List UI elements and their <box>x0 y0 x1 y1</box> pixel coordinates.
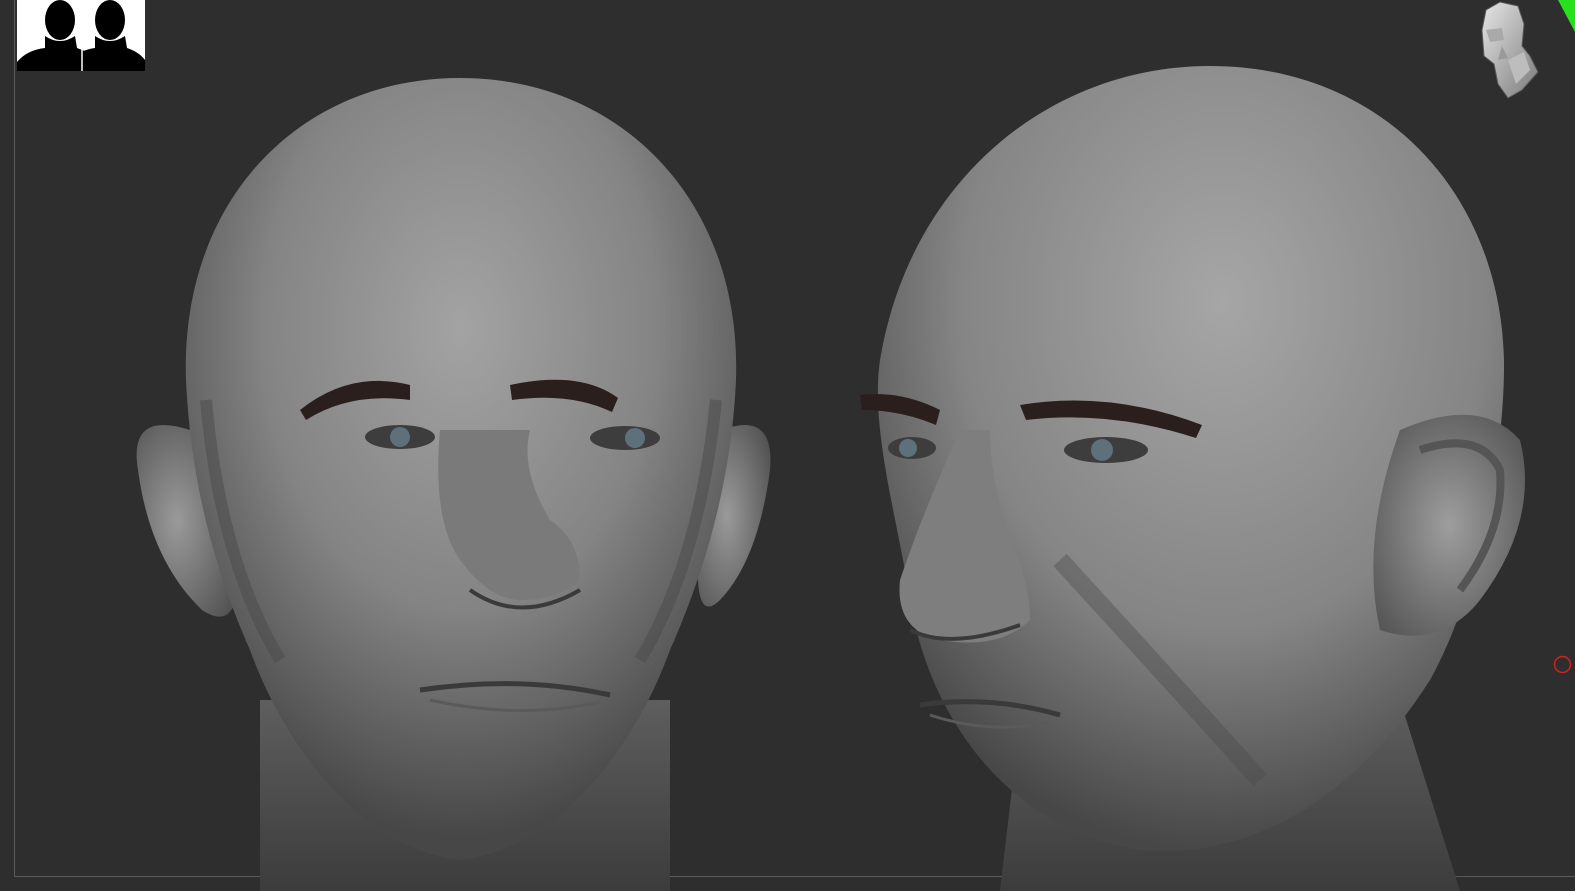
viewport-frame-left <box>14 0 15 876</box>
sculpt-viewport[interactable] <box>0 0 1575 891</box>
head-model-front[interactable] <box>110 0 810 891</box>
head-model-three-quarter[interactable] <box>840 0 1560 891</box>
